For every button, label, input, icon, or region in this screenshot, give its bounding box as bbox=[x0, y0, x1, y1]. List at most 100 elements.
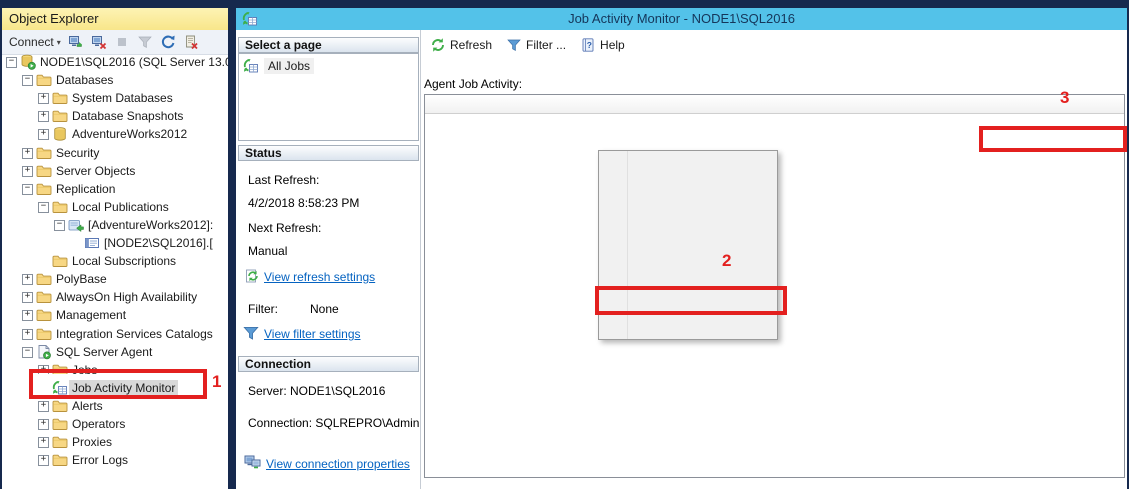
expand-expander-icon[interactable]: + bbox=[22, 292, 33, 304]
refresh-button[interactable]: Refresh bbox=[425, 35, 497, 55]
last-refresh-label: Last Refresh: bbox=[248, 173, 320, 187]
expand-expander-icon[interactable]: + bbox=[22, 274, 33, 286]
window-titlebar[interactable]: Job Activity Monitor - NODE1\SQL2016 bbox=[236, 8, 1127, 30]
object-explorer-toolbar: Connect ▾ bbox=[2, 30, 228, 55]
all-jobs-label: All Jobs bbox=[264, 58, 315, 74]
expand-expander-icon[interactable]: + bbox=[22, 328, 33, 340]
last-refresh-value: 4/2/2018 8:58:23 PM bbox=[248, 196, 360, 210]
subscription-icon bbox=[84, 235, 100, 251]
tree-item-label: [AdventureWorks2012]: bbox=[88, 217, 214, 232]
window-content: Select a page All Jobs Status Last Refre… bbox=[236, 30, 1127, 489]
publication-icon bbox=[68, 217, 84, 233]
agent-icon bbox=[36, 344, 52, 360]
annotation-number-1: 1 bbox=[212, 372, 222, 391]
object-explorer-header: Object Explorer bbox=[2, 8, 228, 31]
expand-expander-icon[interactable]: + bbox=[22, 310, 33, 322]
tree-item-label: Replication bbox=[56, 181, 116, 196]
tree-item-adventureworks2012[interactable]: − [AdventureWorks2012]: bbox=[2, 216, 228, 234]
tree-item-server-objects[interactable]: + Server Objects bbox=[2, 162, 228, 180]
tree-item-databases[interactable]: − Databases bbox=[2, 71, 228, 89]
svg-text:?: ? bbox=[587, 40, 592, 50]
expand-expander-icon[interactable]: + bbox=[38, 455, 49, 467]
tree-item-operators[interactable]: + Operators bbox=[2, 415, 228, 433]
connect-button[interactable]: Connect ▾ bbox=[9, 35, 61, 49]
annotation-box-3 bbox=[979, 126, 1127, 152]
help-button[interactable]: ? Help bbox=[575, 35, 630, 55]
page-list-item-all-jobs[interactable]: All Jobs bbox=[243, 58, 315, 74]
screenshot-root: Object Explorer Connect ▾ − NODE1\SQL2016… bbox=[0, 0, 1129, 489]
view-connection-properties-link[interactable]: View connection properties bbox=[266, 457, 410, 471]
annotation-box-2 bbox=[595, 286, 787, 315]
tree-item-label: Proxies bbox=[72, 435, 113, 450]
view-refresh-settings-link[interactable]: View refresh settings bbox=[264, 270, 375, 284]
connection-properties-icon bbox=[244, 454, 261, 470]
folder-icon bbox=[36, 307, 52, 323]
help-icon: ? bbox=[580, 37, 596, 53]
tree-item-security[interactable]: + Security bbox=[2, 144, 228, 162]
expand-expander-icon[interactable]: + bbox=[22, 165, 33, 177]
object-explorer-toolbar-icons bbox=[68, 34, 200, 51]
folder-icon bbox=[52, 199, 68, 215]
select-a-page-label: Select a page bbox=[245, 38, 322, 52]
collapse-expander-icon[interactable]: − bbox=[6, 57, 17, 68]
tree-item-node2-sql2016[interactable]: [NODE2\SQL2016].[ bbox=[2, 234, 228, 252]
tree-item-sql-server-agent[interactable]: − SQL Server Agent bbox=[2, 343, 228, 361]
tree-item-label: Databases bbox=[56, 73, 114, 88]
tree-item-label: [NODE2\SQL2016].[ bbox=[104, 236, 213, 250]
database-icon bbox=[52, 126, 68, 142]
tree-item-system-databases[interactable]: + System Databases bbox=[2, 89, 228, 107]
stop-icon[interactable] bbox=[114, 34, 131, 51]
filter-settings-icon bbox=[242, 324, 259, 340]
server-icon bbox=[20, 54, 36, 70]
tree-item-database-snapshots[interactable]: + Database Snapshots bbox=[2, 107, 228, 125]
tree-item-label: AlwaysOn High Availability bbox=[56, 290, 198, 305]
folder-icon bbox=[52, 253, 68, 269]
expand-expander-icon[interactable]: + bbox=[22, 147, 33, 159]
expand-expander-icon[interactable]: + bbox=[38, 93, 49, 105]
tree-item-node1-sql2016-sql-server-13-0-1[interactable]: − NODE1\SQL2016 (SQL Server 13.0.1 bbox=[2, 54, 228, 71]
annotation-number-2: 2 bbox=[722, 251, 732, 270]
tree-item-replication[interactable]: − Replication bbox=[2, 180, 228, 198]
refresh-blue-icon[interactable] bbox=[160, 34, 177, 51]
collapse-expander-icon[interactable]: − bbox=[22, 183, 33, 195]
disconnect-server-icon[interactable] bbox=[91, 34, 108, 51]
tree-item-integration-services-catalogs[interactable]: + Integration Services Catalogs bbox=[2, 325, 228, 343]
folder-icon bbox=[36, 72, 52, 88]
job-activity-icon bbox=[243, 58, 259, 74]
expand-expander-icon[interactable]: + bbox=[38, 400, 49, 412]
select-a-page-header: Select a page bbox=[238, 37, 419, 53]
tree-item-polybase[interactable]: + PolyBase bbox=[2, 270, 228, 288]
tree-item-adventureworks2012[interactable]: + AdventureWorks2012 bbox=[2, 125, 228, 143]
script-error-icon[interactable] bbox=[183, 34, 200, 51]
tree-item-local-subscriptions[interactable]: Local Subscriptions bbox=[2, 252, 228, 270]
tree-item-management[interactable]: + Management bbox=[2, 306, 228, 324]
filter-disabled-icon[interactable] bbox=[137, 34, 154, 51]
filter-button[interactable]: Filter ... bbox=[501, 35, 571, 55]
tree-item-alwayson-high-availability[interactable]: + AlwaysOn High Availability bbox=[2, 288, 228, 306]
object-explorer-tree: − NODE1\SQL2016 (SQL Server 13.0.1− Databa… bbox=[2, 54, 228, 489]
connect-server-icon[interactable] bbox=[68, 34, 85, 51]
tree-item-label: Local Subscriptions bbox=[72, 254, 177, 269]
tree-item-local-publications[interactable]: − Local Publications bbox=[2, 198, 228, 216]
folder-icon bbox=[36, 163, 52, 179]
tree-item-label: Alerts bbox=[72, 398, 103, 413]
collapse-expander-icon[interactable]: − bbox=[22, 75, 33, 87]
view-filter-settings-link[interactable]: View filter settings bbox=[264, 327, 361, 341]
expand-expander-icon[interactable]: + bbox=[38, 419, 49, 430]
grid-caption: Agent Job Activity: bbox=[424, 77, 523, 91]
expand-expander-icon[interactable]: + bbox=[38, 437, 49, 449]
collapse-expander-icon[interactable]: − bbox=[54, 219, 65, 231]
connection-header-label: Connection bbox=[245, 357, 311, 371]
filter-button-label: Filter ... bbox=[526, 38, 567, 52]
annotation-number-3: 3 bbox=[1060, 88, 1070, 107]
filter-icon bbox=[506, 37, 522, 53]
tree-item-alerts[interactable]: + Alerts bbox=[2, 397, 228, 415]
tree-item-proxies[interactable]: + Proxies bbox=[2, 433, 228, 451]
tree-item-error-logs[interactable]: + Error Logs bbox=[2, 451, 228, 469]
folder-icon bbox=[52, 452, 68, 468]
collapse-expander-icon[interactable]: − bbox=[38, 201, 49, 213]
tree-item-label: Database Snapshots bbox=[72, 109, 184, 124]
expand-expander-icon[interactable]: + bbox=[38, 129, 49, 141]
expand-expander-icon[interactable]: + bbox=[38, 111, 49, 123]
collapse-expander-icon[interactable]: − bbox=[22, 346, 33, 358]
